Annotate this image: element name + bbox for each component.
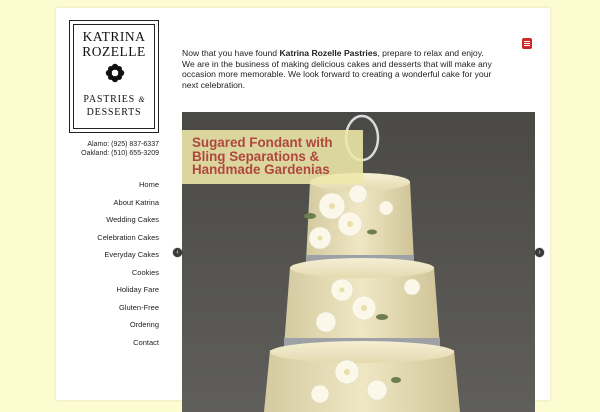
nav-gluten-free[interactable]: Gluten-Free xyxy=(97,299,159,317)
logo-ampersand: & xyxy=(138,95,145,104)
nav-ordering[interactable]: Ordering xyxy=(97,316,159,334)
intro-line2: We are in the business of making delicio… xyxy=(182,58,492,90)
logo-subtitle: PASTRIES & DESSERTS xyxy=(74,93,154,119)
prev-slide-button[interactable]: ‹ xyxy=(173,248,182,257)
phone-numbers: Alamo: (925) 837-6337 Oakland: (510) 655… xyxy=(81,140,159,158)
cake-slideshow[interactable]: Sugared Fondant with Bling Separations &… xyxy=(182,112,535,412)
logo-name-line1: KATRINA xyxy=(82,29,146,44)
nav-home[interactable]: Home xyxy=(97,176,159,194)
page-container: KATRINA ROZELLE PASTRIES & DESSERTS Alam… xyxy=(56,8,550,412)
next-slide-button[interactable]: › xyxy=(535,248,544,257)
chevron-left-icon: ‹ xyxy=(176,249,179,256)
flower-icon xyxy=(105,63,125,83)
slide-caption: Sugared Fondant with Bling Separations &… xyxy=(192,135,333,178)
logo-name: KATRINA ROZELLE xyxy=(74,29,154,59)
slide-caption-box: Sugared Fondant with Bling Separations &… xyxy=(182,130,363,184)
nav-contact[interactable]: Contact xyxy=(97,334,159,352)
nav-holiday-fare[interactable]: Holiday Fare xyxy=(97,281,159,299)
phone-alamo: Alamo: (925) 837-6337 xyxy=(87,141,159,148)
intro-line1: Now that you have found Katrina Rozelle … xyxy=(182,48,484,58)
intro-business-name: Katrina Rozelle Pastries xyxy=(279,48,378,58)
logo-frame: KATRINA ROZELLE PASTRIES & DESSERTS xyxy=(73,24,155,129)
main-nav: Home About Katrina Wedding Cakes Celebra… xyxy=(97,176,159,351)
chevron-right-icon: › xyxy=(538,249,541,256)
logo[interactable]: KATRINA ROZELLE PASTRIES & DESSERTS xyxy=(69,20,159,133)
phone-oakland: Oakland: (510) 655-3209 xyxy=(81,150,159,157)
intro-text: Now that you have found Katrina Rozelle … xyxy=(182,48,507,90)
nav-cookies[interactable]: Cookies xyxy=(97,264,159,282)
nav-celebration-cakes[interactable]: Celebration Cakes xyxy=(97,229,159,247)
logo-sub-line2: DESSERTS xyxy=(86,107,142,118)
nav-wedding-cakes[interactable]: Wedding Cakes xyxy=(97,211,159,229)
nav-about-katrina[interactable]: About Katrina xyxy=(97,194,159,212)
logo-name-line2: ROZELLE xyxy=(82,44,146,59)
menu-icon[interactable] xyxy=(522,38,532,49)
logo-sub-line1: PASTRIES xyxy=(83,94,136,105)
nav-everyday-cakes[interactable]: Everyday Cakes xyxy=(97,246,159,264)
